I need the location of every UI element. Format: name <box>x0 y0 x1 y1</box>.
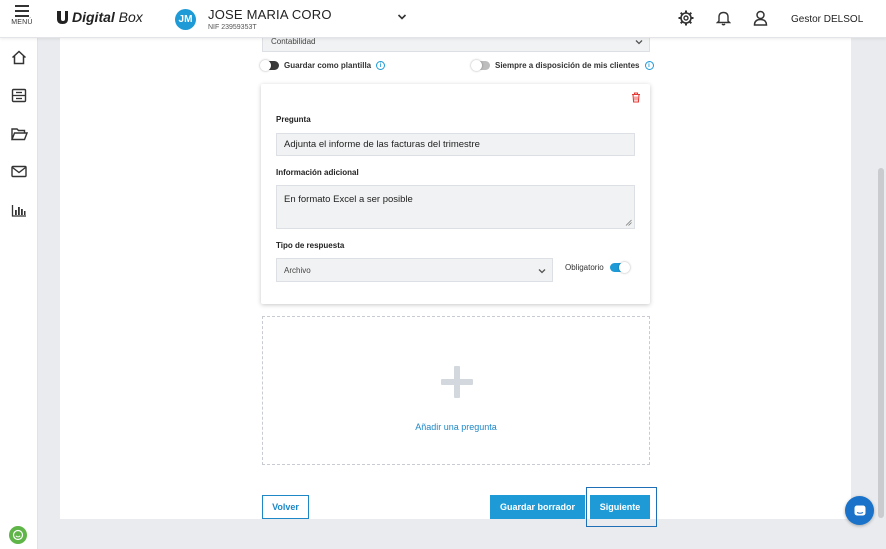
save-template-row: Guardar como plantilla i <box>260 60 386 71</box>
required-label: Obligatorio <box>565 263 604 272</box>
extra-info-label: Información adicional <box>276 168 359 177</box>
chat-icon <box>854 505 865 515</box>
hamburger-icon <box>15 5 29 17</box>
add-question-link[interactable]: Añadir una pregunta <box>263 422 649 432</box>
info-icon[interactable]: i <box>644 61 654 70</box>
response-type-label: Tipo de respuesta <box>276 241 345 250</box>
logo-text: Digital Box <box>72 9 143 25</box>
save-template-toggle[interactable] <box>260 60 279 71</box>
extra-info-value: En formato Excel a ser posible <box>284 194 413 205</box>
client-name[interactable]: JOSE MARIA CORO <box>208 7 332 22</box>
question-input[interactable]: Adjunta el informe de las facturas del t… <box>276 133 635 156</box>
left-sidebar <box>0 38 38 549</box>
response-type-value: Archivo <box>284 266 311 275</box>
next-button[interactable]: Siguiente <box>590 495 650 519</box>
chevron-down-icon <box>538 269 546 274</box>
digital-box-logo-icon <box>57 11 68 24</box>
client-available-toggle[interactable] <box>471 60 490 71</box>
bell-icon[interactable] <box>716 10 731 26</box>
gear-icon[interactable] <box>678 10 694 26</box>
mail-icon[interactable] <box>11 165 27 178</box>
save-template-label: Guardar como plantilla <box>284 61 372 70</box>
plus-icon <box>441 366 473 398</box>
resize-handle-icon[interactable] <box>625 219 632 226</box>
client-available-label: Siempre a disposición de mis clientes <box>495 61 640 70</box>
question-input-value: Adjunta el informe de las facturas del t… <box>284 139 480 150</box>
question-card: Pregunta Adjunta el informe de las factu… <box>261 84 650 304</box>
menu-label: MENÚ <box>11 19 33 26</box>
top-header: MENÚ Digital Box JM JOSE MARIA CORO NIF … <box>0 0 886 38</box>
folder-icon[interactable] <box>11 127 28 141</box>
support-status-button[interactable] <box>9 526 27 544</box>
response-type-select[interactable]: Archivo <box>276 258 553 282</box>
page-scrollbar[interactable] <box>878 168 884 518</box>
add-question-area[interactable]: Añadir una pregunta <box>262 316 650 465</box>
bar-chart-icon[interactable] <box>11 204 27 217</box>
info-icon[interactable]: i <box>376 61 386 70</box>
extra-info-textarea[interactable]: En formato Excel a ser posible <box>276 185 635 229</box>
user-icon[interactable] <box>753 10 768 26</box>
chat-button[interactable] <box>845 496 874 525</box>
client-nif: NIF 23959353T <box>208 24 257 31</box>
chevron-down-icon[interactable] <box>397 12 407 22</box>
required-toggle[interactable] <box>609 262 630 273</box>
category-select-value: Contabilidad <box>271 37 316 46</box>
save-draft-button[interactable]: Guardar borrador <box>490 495 585 519</box>
client-avatar[interactable]: JM <box>175 9 196 30</box>
menu-button[interactable]: MENÚ <box>6 4 38 34</box>
required-row: Obligatorio <box>565 262 630 273</box>
app-logo[interactable]: Digital Box <box>56 9 143 25</box>
back-button[interactable]: Volver <box>262 495 309 519</box>
client-available-row: Siempre a disposición de mis clientes i <box>471 60 654 71</box>
smiley-icon <box>12 529 24 541</box>
inbox-icon[interactable] <box>11 88 27 103</box>
trash-icon[interactable] <box>631 92 641 103</box>
question-label: Pregunta <box>276 115 311 124</box>
home-icon[interactable] <box>11 50 27 65</box>
user-name[interactable]: Gestor DELSOL <box>791 14 863 25</box>
chevron-down-icon <box>635 40 643 45</box>
